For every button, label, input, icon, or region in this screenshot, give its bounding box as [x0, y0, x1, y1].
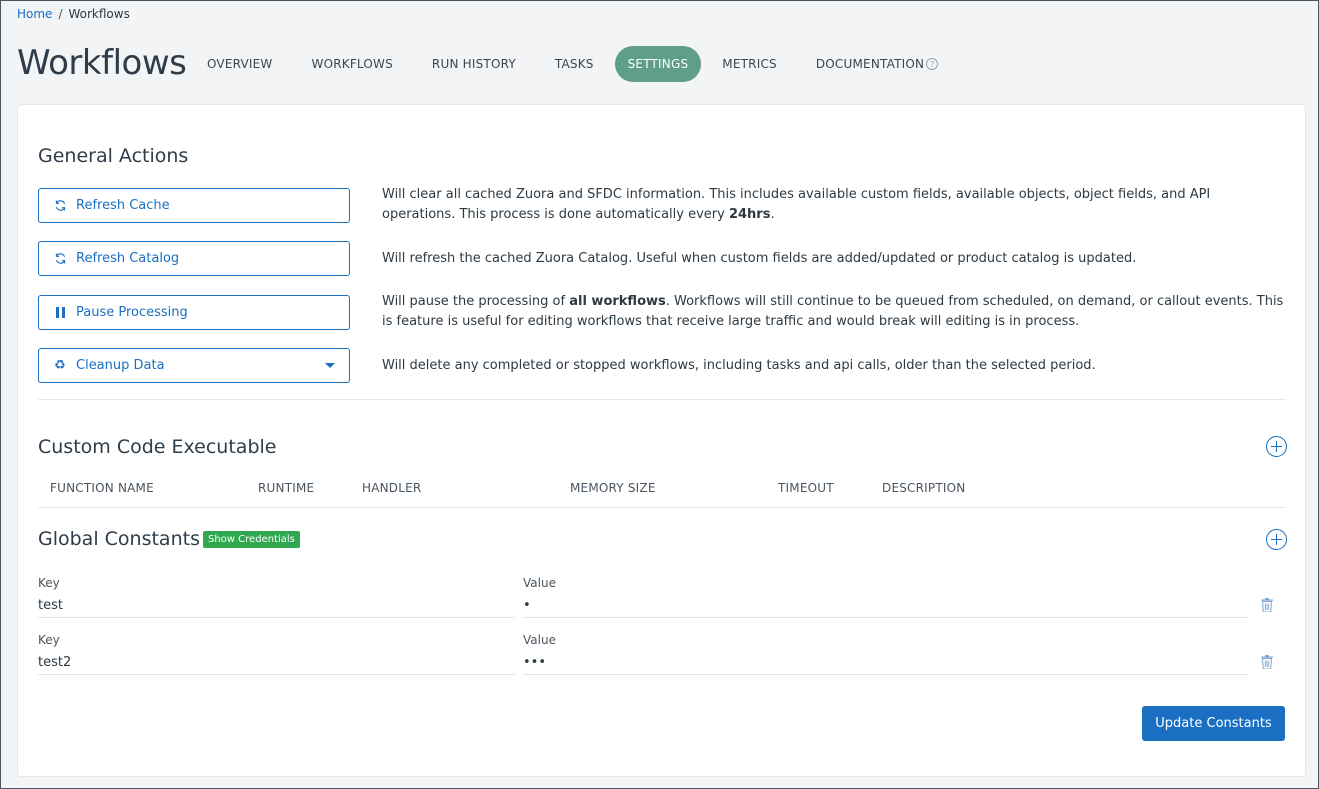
- pause-processing-description: Will pause the processing of all workflo…: [382, 292, 1287, 332]
- divider: [38, 507, 1286, 508]
- cleanup-data-description: Will delete any completed or stopped wor…: [382, 358, 1096, 373]
- column-function-name: FUNCTION NAME: [50, 481, 154, 495]
- trash-icon[interactable]: [1261, 598, 1273, 612]
- tab-bar: OVERVIEW WORKFLOWS RUN HISTORY TASKS SET…: [189, 46, 959, 82]
- refresh-cache-description: Will clear all cached Zuora and SFDC inf…: [382, 185, 1287, 225]
- settings-card: General Actions Refresh Cache Will clear…: [17, 104, 1306, 777]
- add-custom-code-button[interactable]: [1266, 436, 1287, 457]
- desc-bold: 24hrs: [728, 207, 771, 222]
- info-icon: ?: [926, 58, 939, 70]
- refresh-cache-button[interactable]: Refresh Cache: [38, 188, 350, 223]
- constant-value-input[interactable]: [523, 594, 1249, 618]
- add-constant-button[interactable]: [1266, 529, 1287, 550]
- global-constants-title: Global Constants: [38, 528, 200, 550]
- tab-documentation[interactable]: DOCUMENTATION ?: [798, 46, 956, 82]
- column-memory-size: MEMORY SIZE: [570, 481, 656, 495]
- breadcrumb: Home / Workflows: [17, 7, 130, 21]
- breadcrumb-separator: /: [58, 7, 63, 21]
- recycle-icon: ♻: [54, 358, 66, 373]
- desc-bold: all workflows: [569, 294, 666, 309]
- general-actions-title: General Actions: [38, 145, 189, 167]
- pause-processing-label: Pause Processing: [76, 305, 188, 320]
- key-label: Key: [38, 576, 60, 590]
- show-credentials-button[interactable]: Show Credentials: [203, 531, 300, 548]
- desc-text: Will pause the processing of: [382, 294, 570, 309]
- key-label: Key: [38, 633, 60, 647]
- pause-icon: [53, 307, 67, 318]
- column-timeout: TIMEOUT: [778, 481, 834, 495]
- desc-text: .: [770, 207, 775, 222]
- breadcrumb-home-link[interactable]: Home: [17, 7, 52, 21]
- refresh-cache-label: Refresh Cache: [76, 198, 170, 213]
- custom-code-title: Custom Code Executable: [38, 436, 277, 458]
- tab-run-history[interactable]: RUN HISTORY: [414, 46, 534, 82]
- constant-value-input[interactable]: [523, 651, 1249, 675]
- value-label: Value: [523, 576, 556, 590]
- trash-icon[interactable]: [1261, 655, 1273, 669]
- refresh-icon: [53, 252, 67, 265]
- tab-metrics[interactable]: METRICS: [704, 46, 795, 82]
- value-label: Value: [523, 633, 556, 647]
- cleanup-data-dropdown[interactable]: ♻ Cleanup Data: [38, 348, 350, 383]
- refresh-catalog-label: Refresh Catalog: [76, 251, 180, 266]
- tab-workflows[interactable]: WORKFLOWS: [294, 46, 411, 82]
- tab-overview[interactable]: OVERVIEW: [189, 46, 291, 82]
- column-runtime: RUNTIME: [258, 481, 315, 495]
- column-handler: HANDLER: [362, 481, 422, 495]
- page-title: Workflows: [17, 43, 187, 83]
- constant-key-input[interactable]: [38, 594, 515, 618]
- tab-settings[interactable]: SETTINGS: [614, 46, 702, 82]
- tab-tasks[interactable]: TASKS: [537, 46, 612, 82]
- pause-processing-button[interactable]: Pause Processing: [38, 295, 350, 330]
- breadcrumb-current: Workflows: [68, 7, 130, 21]
- column-description: DESCRIPTION: [882, 481, 966, 495]
- chevron-down-icon: [325, 363, 335, 368]
- update-constants-button[interactable]: Update Constants: [1142, 706, 1285, 741]
- constant-key-input[interactable]: [38, 651, 515, 675]
- refresh-icon: [53, 199, 67, 212]
- refresh-catalog-description: Will refresh the cached Zuora Catalog. U…: [382, 251, 1137, 266]
- cleanup-data-label: Cleanup Data: [76, 358, 165, 373]
- tab-documentation-label: DOCUMENTATION: [815, 57, 925, 71]
- desc-text: Will clear all cached Zuora and SFDC inf…: [382, 187, 1211, 222]
- refresh-catalog-button[interactable]: Refresh Catalog: [38, 241, 350, 276]
- divider: [38, 399, 1286, 400]
